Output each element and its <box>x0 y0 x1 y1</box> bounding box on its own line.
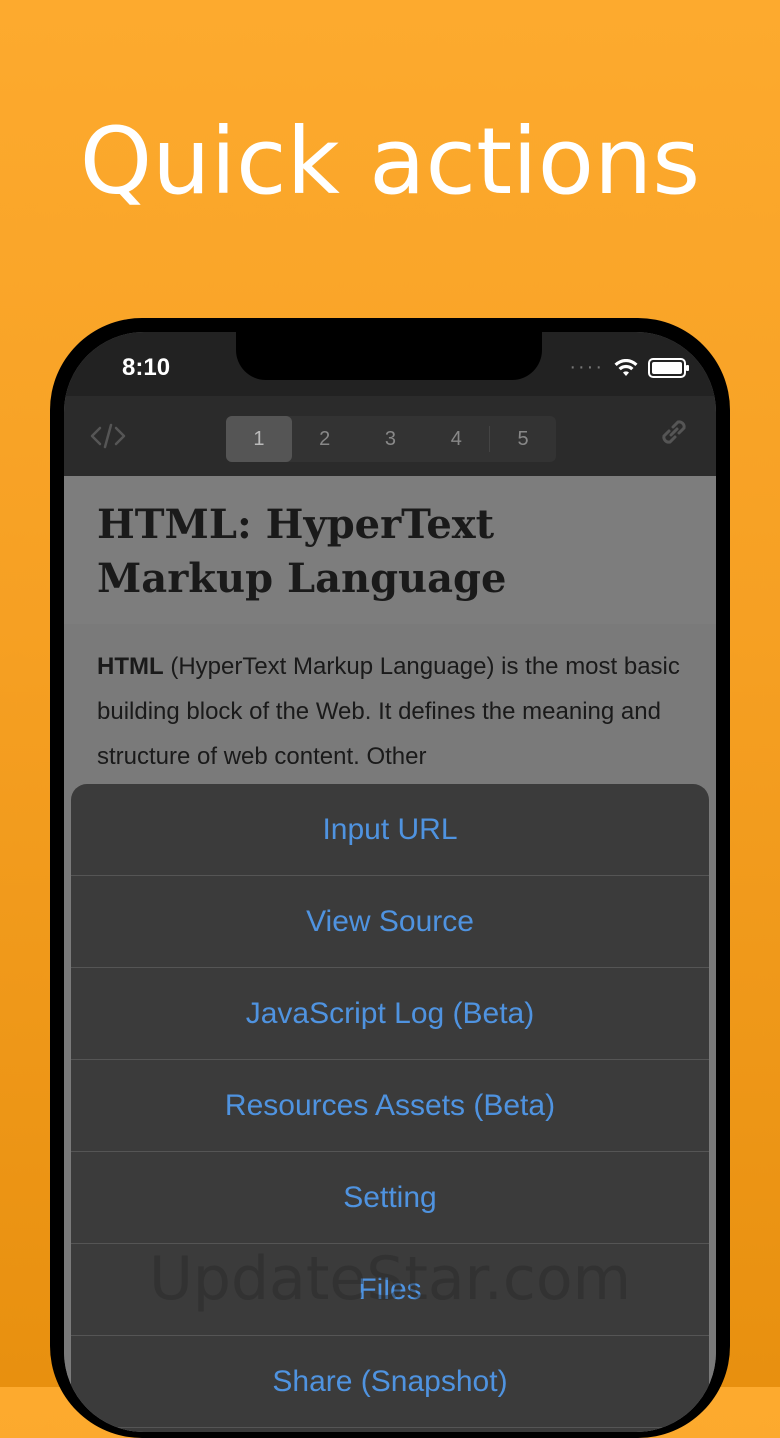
action-resources-assets[interactable]: Resources Assets (Beta) <box>71 1060 709 1152</box>
browser-toolbar: 1 2 3 4 5 <box>64 396 716 476</box>
tab-4[interactable]: 4 <box>423 416 489 462</box>
watermark: UpdateStar.com <box>148 1244 632 1314</box>
battery-icon <box>648 357 689 378</box>
action-sheet: Input URL View Source JavaScript Log (Be… <box>71 784 709 1432</box>
action-view-source[interactable]: View Source <box>71 876 709 968</box>
wifi-icon <box>614 358 638 376</box>
status-bar: 8:10 ···· <box>64 332 716 396</box>
article-title: HTML: HyperText Markup Language <box>97 501 507 602</box>
article-lead-text: (HyperText Markup Language) is the most … <box>97 653 680 770</box>
tab-1[interactable]: 1 <box>226 416 292 462</box>
signal-dots-icon: ···· <box>569 356 604 378</box>
action-input-url[interactable]: Input URL <box>71 784 709 876</box>
code-icon[interactable] <box>88 416 128 456</box>
action-setting[interactable]: Setting <box>71 1152 709 1244</box>
article-lead-bold: HTML <box>97 653 164 680</box>
action-share-snapshot[interactable]: Share (Snapshot) <box>71 1336 709 1428</box>
tab-switcher: 1 2 3 4 5 <box>226 416 556 462</box>
article-header: HTML: HyperText Markup Language <box>64 476 716 625</box>
status-icons: ···· <box>569 356 689 379</box>
action-javascript-log[interactable]: JavaScript Log (Beta) <box>71 968 709 1060</box>
article-paragraph: HTML (HyperText Markup Language) is the … <box>97 644 687 779</box>
tab-2[interactable]: 2 <box>292 416 358 462</box>
status-time: 8:10 <box>122 354 171 381</box>
tab-5[interactable]: 5 <box>490 416 556 462</box>
headline: Quick actions <box>79 108 701 215</box>
notch <box>236 332 542 380</box>
tab-3[interactable]: 3 <box>358 416 424 462</box>
link-icon[interactable] <box>656 414 692 450</box>
